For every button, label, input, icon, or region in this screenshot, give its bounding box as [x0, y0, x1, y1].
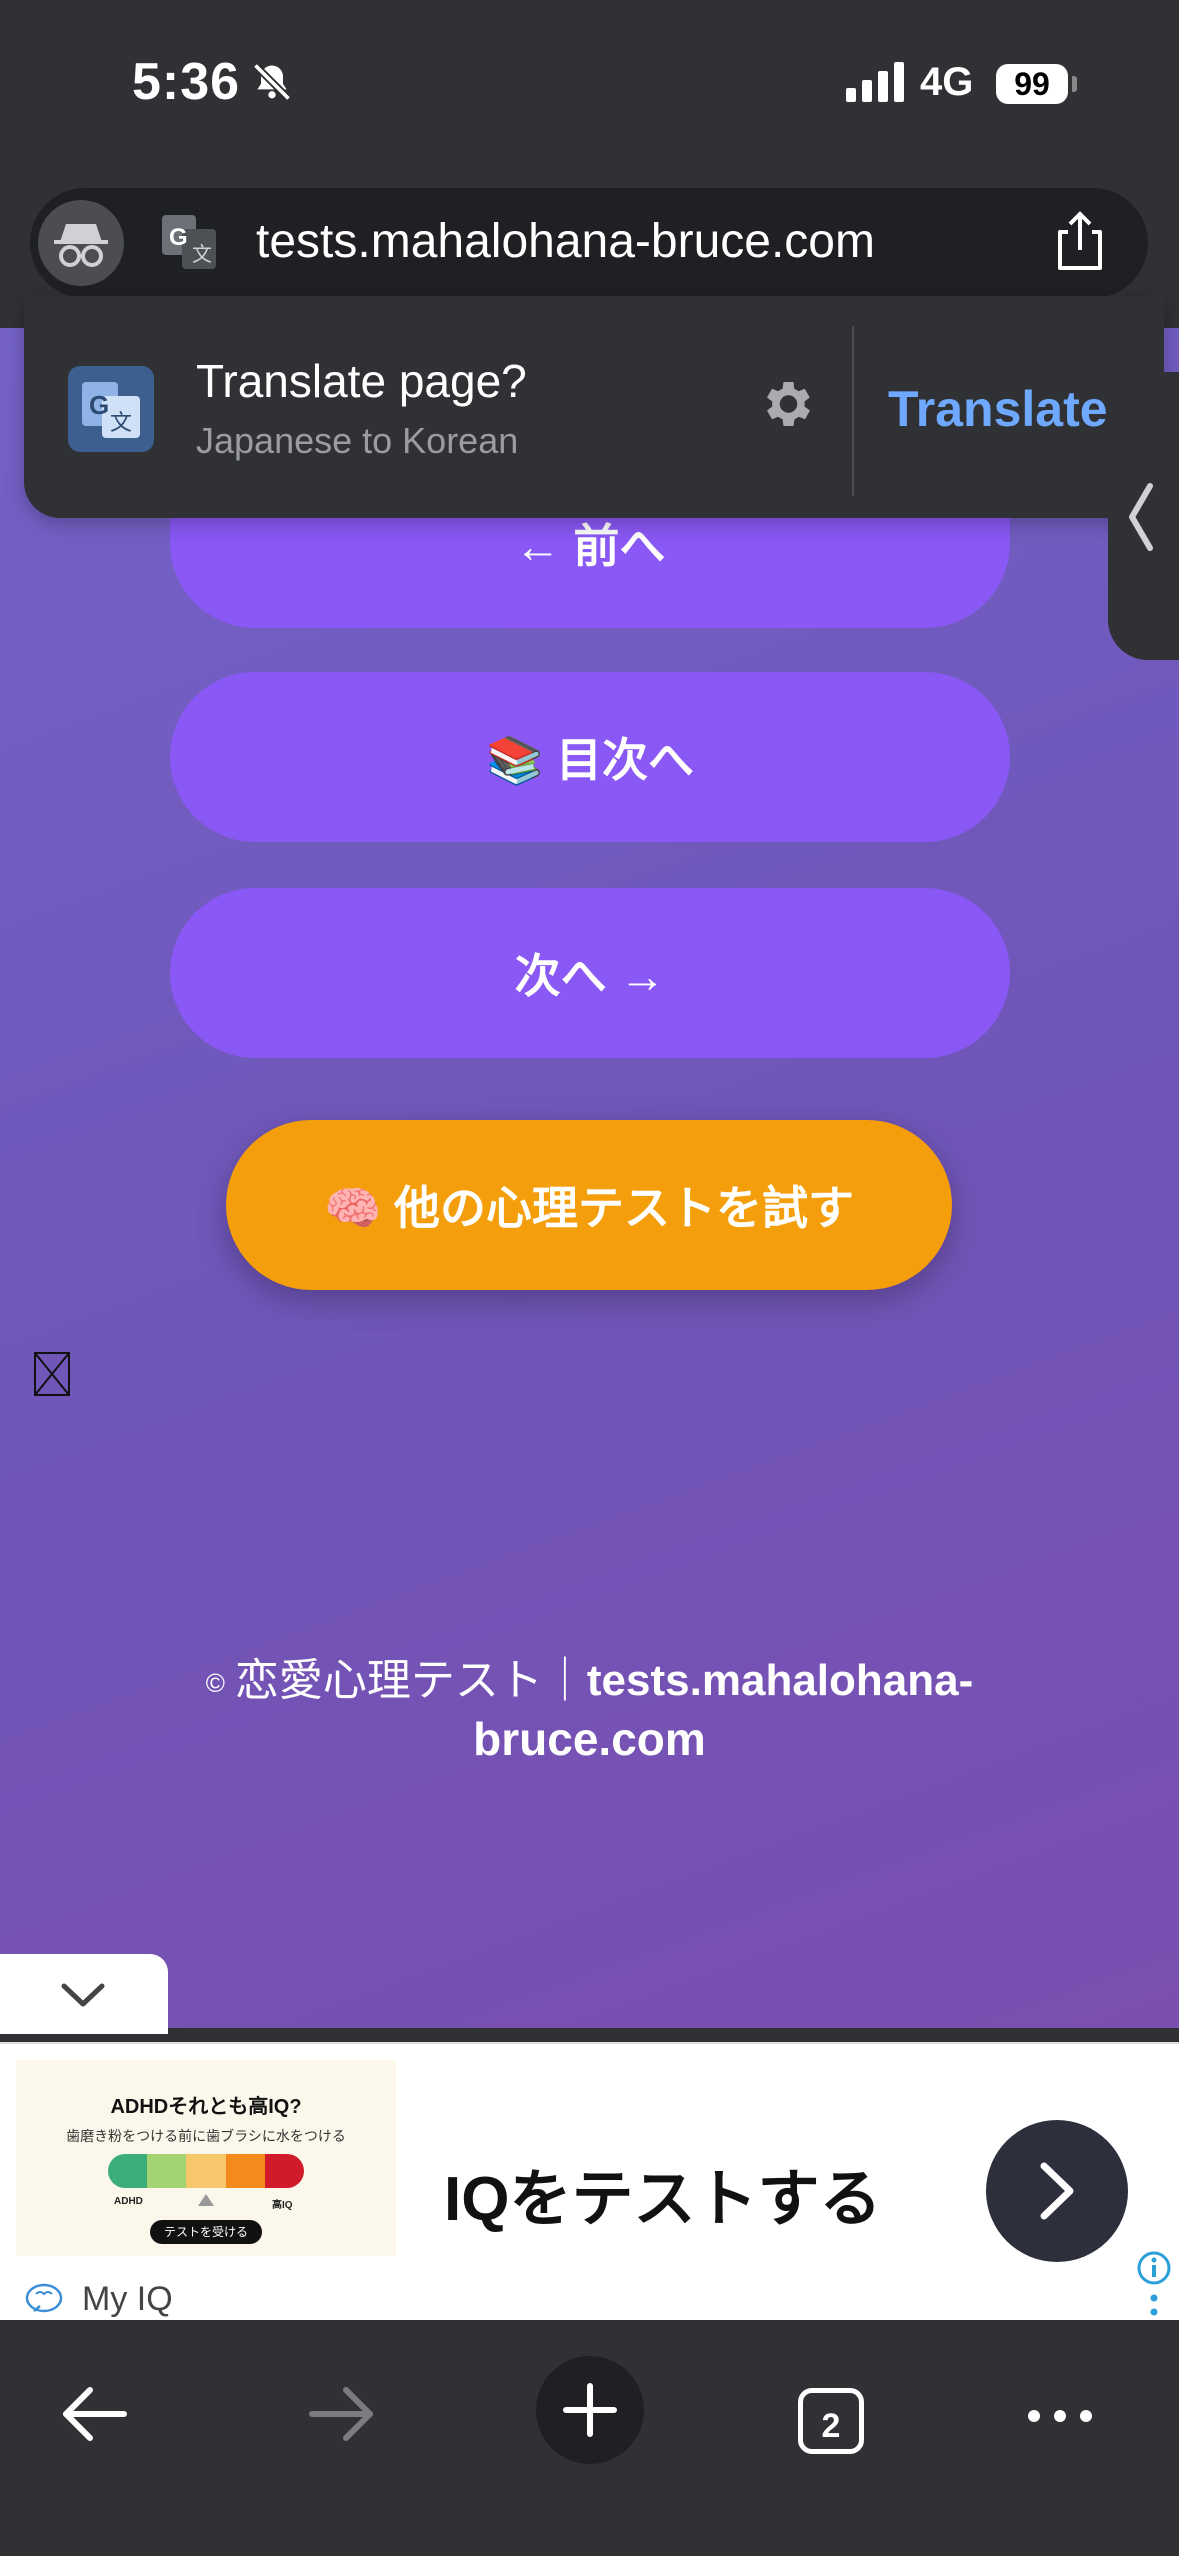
chevron-left-icon	[1129, 483, 1153, 551]
browser-toolbar: 2	[0, 2320, 1179, 2556]
ad-collapse-button[interactable]	[0, 1954, 168, 2034]
back-arrow-icon[interactable]	[58, 2384, 130, 2449]
more-options-icon[interactable]	[1024, 2406, 1096, 2431]
prev-button-label: ← 前へ	[514, 520, 666, 572]
ad-go-button[interactable]	[986, 2120, 1128, 2262]
banner-divider	[852, 326, 854, 496]
ad-scale-segment	[186, 2154, 226, 2188]
new-tab-button[interactable]	[536, 2356, 644, 2464]
cellular-signal-icon	[846, 62, 908, 107]
next-button[interactable]: 次へ →	[170, 888, 1010, 1058]
svg-text:G: G	[89, 390, 109, 420]
broken-image-icon	[34, 1352, 70, 1396]
chevron-right-icon	[1040, 2162, 1074, 2220]
ad-image-subtitle: 歯磨き粉をつける前に歯ブラシに水をつける	[66, 2128, 346, 2144]
copyright-symbol: ©	[205, 1667, 225, 1698]
side-panel-handle[interactable]	[1108, 372, 1179, 660]
translate-banner: G文 Translate page? Japanese to Korean Tr…	[24, 296, 1164, 518]
ad-brand-name[interactable]: My IQ	[82, 2280, 173, 2319]
silent-bell-icon	[250, 60, 294, 109]
footer-site-name: 恋愛心理テスト｜	[234, 1656, 587, 1705]
share-icon[interactable]	[1050, 210, 1110, 279]
footer-line-1: © 恋愛心理テスト｜tests.mahalohana-	[0, 1644, 1179, 1708]
chevron-down-icon	[61, 1983, 105, 2007]
toc-button-label: 📚 目次へ	[485, 734, 695, 786]
url-text[interactable]: tests.mahalohana-bruce.com	[256, 214, 875, 269]
forward-arrow-icon[interactable]	[306, 2384, 378, 2449]
ad-banner[interactable]: ADHDそれとも高IQ? 歯磨き粉をつける前に歯ブラシに水をつける ADHD 高…	[0, 2042, 1179, 2322]
brain-logo-icon	[24, 2282, 64, 2321]
address-bar[interactable]: G文 tests.mahalohana-bruce.com	[30, 188, 1148, 298]
ad-image[interactable]: ADHDそれとも高IQ? 歯磨き粉をつける前に歯ブラシに水をつける ADHD 高…	[16, 2060, 396, 2256]
svg-text:文: 文	[110, 411, 132, 436]
translate-button[interactable]: Translate	[888, 380, 1108, 438]
ad-scale-low-label: ADHD	[114, 2196, 143, 2207]
ad-scale-segment	[225, 2154, 265, 2188]
ad-scale-segment	[264, 2154, 304, 2188]
web-page: ← 前へ 📚 目次へ 次へ → 🧠 他の心理テストを試す © 恋愛心理テスト｜te…	[0, 328, 1179, 2028]
gear-icon[interactable]	[756, 374, 816, 439]
status-bar: 5:36 4G 99	[0, 0, 1179, 180]
svg-text:文: 文	[192, 242, 212, 266]
ad-scale-bar	[108, 2154, 304, 2188]
ad-scale-segment	[108, 2154, 148, 2188]
incognito-icon[interactable]	[38, 200, 124, 286]
footer-domain-link[interactable]: tests.mahalohana-	[587, 1656, 973, 1705]
battery-nub	[1072, 76, 1077, 92]
translate-languages: Japanese to Korean	[196, 420, 519, 461]
translate-title: Translate page?	[196, 355, 527, 407]
tab-count-button[interactable]: 2	[798, 2388, 864, 2454]
ad-scale-high-label: 高IQ	[272, 2200, 293, 2211]
toc-button[interactable]: 📚 目次へ	[170, 672, 1010, 842]
battery-level: 99	[996, 64, 1068, 104]
ad-scale-marker	[198, 2194, 214, 2206]
other-tests-button-label: 🧠 他の心理テストを試す	[323, 1182, 855, 1234]
ad-scale-segment	[147, 2154, 187, 2188]
ad-image-button: テストを受ける	[150, 2220, 262, 2244]
plus-icon	[563, 2383, 617, 2437]
footer-domain-continued[interactable]: bruce.com	[0, 1712, 1179, 1766]
ad-headline[interactable]: IQをテストする	[444, 2148, 881, 2238]
next-button-label: 次へ →	[514, 950, 666, 1002]
ad-info-icon[interactable]	[1136, 2250, 1176, 2325]
network-type: 4G	[920, 60, 974, 104]
translate-icon: G文	[68, 366, 154, 457]
other-tests-button[interactable]: 🧠 他の心理テストを試す	[226, 1120, 952, 1290]
google-translate-icon[interactable]: G文	[160, 213, 220, 278]
svg-text:G: G	[169, 224, 188, 251]
ad-image-title: ADHDそれとも高IQ?	[110, 2096, 302, 2118]
status-time: 5:36	[132, 53, 241, 111]
